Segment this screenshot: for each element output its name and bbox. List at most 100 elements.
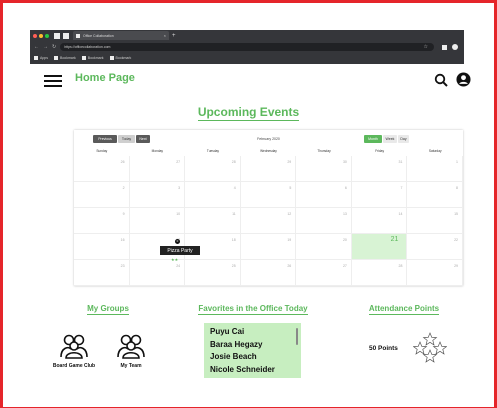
group-board-game-club[interactable]: Board Game Club — [49, 333, 99, 369]
weekday-label: Sunday — [96, 149, 108, 153]
week-view-button[interactable]: Week — [383, 135, 397, 143]
url-text: https://officecollaboration.com — [64, 45, 111, 49]
month-view-button[interactable]: Month — [364, 135, 382, 143]
calendar-day[interactable]: 26 — [240, 260, 297, 286]
day-number: 12 — [287, 212, 292, 216]
day-number: 23 — [120, 264, 125, 268]
close-tab-icon[interactable]: × — [164, 33, 166, 38]
address-row: ← → ↻ https://officecollaboration.com ☆ — [30, 41, 464, 53]
calendar-day[interactable]: 27 — [129, 156, 186, 182]
hamburger-menu-icon[interactable] — [44, 75, 62, 87]
day-view-button[interactable]: Day — [398, 135, 409, 143]
bookmark-item[interactable]: Bookmark — [109, 55, 131, 60]
day-number: 20 — [342, 238, 347, 242]
day-number: 22 — [454, 238, 458, 242]
group-label: My Team — [120, 363, 142, 369]
events-calendar: Previous Today Next February 2020 Month … — [74, 130, 463, 286]
profile-icon[interactable] — [452, 44, 458, 50]
list-item[interactable]: Nicole Schneider — [210, 364, 295, 377]
calendar-day[interactable]: 16 — [74, 234, 130, 260]
calendar-day[interactable]: 22 — [407, 234, 463, 260]
forward-icon[interactable]: → — [43, 44, 48, 50]
day-number: 28 — [398, 264, 403, 268]
list-item[interactable]: Josie Beach — [210, 351, 295, 364]
calendar-day[interactable]: 7 — [351, 182, 408, 208]
calendar-day[interactable]: 3 — [129, 182, 186, 208]
account-circle-icon[interactable] — [456, 72, 471, 87]
calendar-day[interactable]: 13 — [296, 208, 352, 234]
bookmark-icon — [53, 55, 58, 60]
day-number: 18 — [231, 238, 236, 242]
calendar-day[interactable]: 10 — [129, 208, 186, 234]
calendar-day[interactable]: 8 — [407, 182, 463, 208]
calendar-day[interactable]: 23 — [74, 260, 130, 286]
calendar-day[interactable]: 28 — [351, 260, 408, 286]
maximize-window-icon[interactable] — [45, 33, 49, 38]
calendar-day[interactable]: 27 — [296, 260, 352, 286]
new-tab-button[interactable]: + — [172, 33, 176, 39]
day-number: 31 — [398, 160, 403, 164]
group-my-team[interactable]: My Team — [106, 333, 156, 369]
day-number: 29 — [287, 160, 292, 164]
calendar-day[interactable]: 4 — [185, 182, 241, 208]
extension-icon[interactable] — [442, 44, 447, 50]
bookmark-item[interactable]: Bookmark — [53, 55, 76, 60]
day-number: 14 — [398, 212, 403, 216]
day-number: 26 — [287, 264, 292, 268]
bookmark-star-icon[interactable]: ☆ — [424, 44, 428, 50]
calendar-day[interactable]: 9 — [74, 208, 130, 234]
page-title: Home Page — [75, 72, 135, 84]
list-item[interactable]: Baraa Hegazy — [210, 339, 295, 352]
list-item[interactable]: Puyu Cai — [210, 326, 295, 339]
tab-favicon-icon — [54, 32, 60, 39]
calendar-day[interactable]: 30 — [296, 156, 352, 182]
day-number: 26 — [120, 160, 125, 164]
day-number: 30 — [342, 160, 347, 164]
calendar-day[interactable]: 29 — [240, 156, 297, 182]
event-pizza-party[interactable]: Pizza Party — [160, 246, 200, 255]
weekday-label: Monday — [151, 149, 164, 153]
address-bar[interactable]: https://officecollaboration.com ☆ — [60, 43, 434, 51]
calendar-day[interactable]: 2 — [74, 182, 130, 208]
day-number: 7 — [400, 186, 403, 190]
browser-tab[interactable]: Office Collaboration × — [73, 31, 169, 40]
calendar-day[interactable]: 11 — [185, 208, 241, 234]
group-icon — [117, 334, 145, 359]
day-number: 11 — [232, 212, 236, 216]
day-number: 27 — [342, 264, 347, 268]
calendar-day[interactable]: 24 — [129, 260, 186, 286]
bookmark-item[interactable]: Apps — [34, 55, 48, 60]
day-number: 16 — [120, 238, 125, 242]
calendar-day[interactable]: 6 — [296, 182, 352, 208]
calendar-day[interactable]: 26 — [74, 156, 130, 182]
back-icon[interactable]: ← — [34, 44, 39, 50]
day-number: 3 — [178, 186, 181, 190]
day-number: 1 — [456, 160, 458, 164]
calendar-day[interactable]: 15 — [407, 208, 463, 234]
calendar-day[interactable]: 14 — [351, 208, 408, 234]
reload-icon[interactable]: ↻ — [52, 44, 56, 50]
calendar-day-highlighted[interactable]: 21 — [351, 234, 408, 260]
calendar-day[interactable]: 19 — [240, 234, 297, 260]
calendar-day[interactable]: 20 — [296, 234, 352, 260]
group-icon — [60, 334, 88, 359]
bookmarks-bar: Apps Bookmark Bookmark Bookmark — [30, 53, 464, 62]
calendar-toolbar: Previous Today Next February 2020 Month … — [74, 135, 463, 145]
close-window-icon[interactable] — [33, 33, 37, 38]
bookmark-item[interactable]: Bookmark — [81, 55, 104, 60]
calendar-day[interactable]: 5 — [240, 182, 297, 208]
day-number: 13 — [342, 212, 347, 216]
day-number: 5 — [289, 186, 292, 190]
search-icon[interactable] — [434, 73, 448, 87]
calendar-day[interactable]: 12 — [240, 208, 297, 234]
minimize-window-icon[interactable] — [39, 33, 43, 38]
calendar-day[interactable]: 25 — [185, 260, 241, 286]
attendance-points: 50 Points — [369, 345, 398, 352]
calendar-day[interactable]: 28 — [185, 156, 241, 182]
calendar-day[interactable]: 31 — [351, 156, 408, 182]
day-number: 2 — [122, 186, 125, 190]
favorites-scrollbar[interactable] — [296, 328, 298, 345]
favorites-list[interactable]: Puyu Cai Baraa Hegazy Josie Beach Nicole… — [204, 323, 301, 378]
calendar-day[interactable]: 1 — [407, 156, 463, 182]
calendar-day[interactable]: 29 — [407, 260, 463, 286]
